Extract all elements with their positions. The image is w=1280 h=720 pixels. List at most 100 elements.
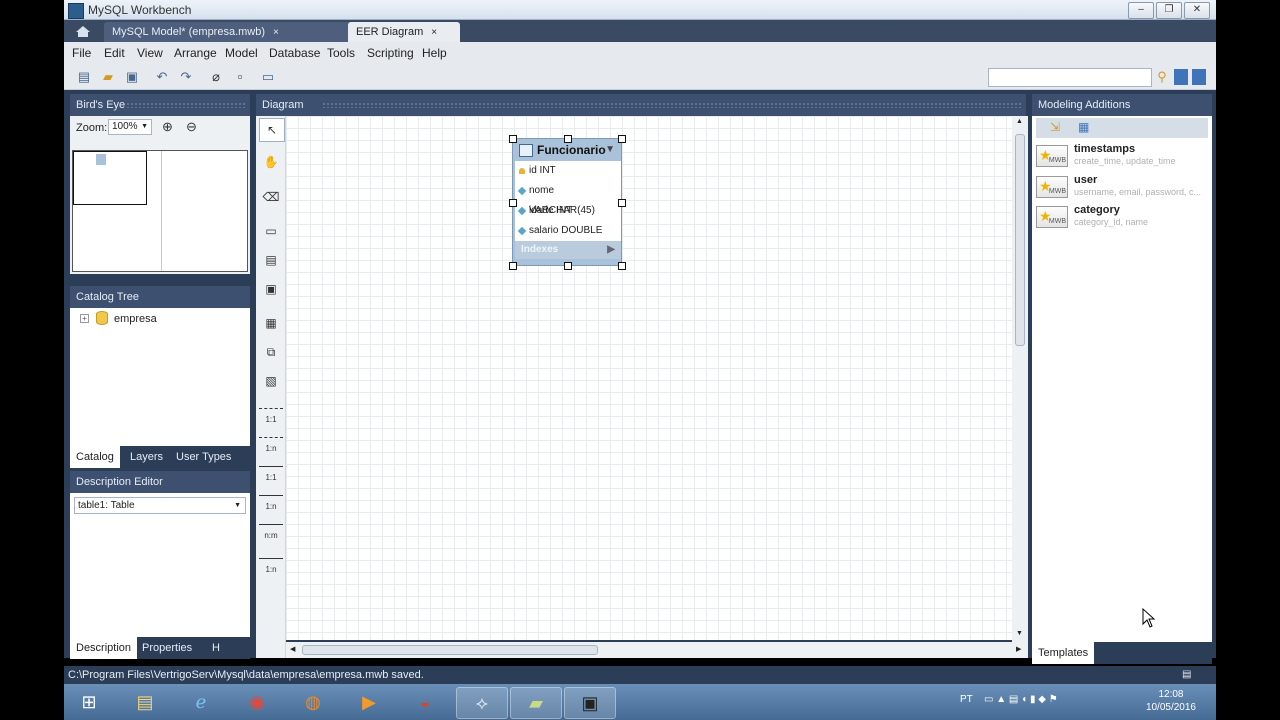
new-template-icon[interactable]: ▦ bbox=[1078, 120, 1089, 134]
output-toggle-icon[interactable]: ▤ bbox=[1182, 666, 1191, 684]
layer-tool-icon[interactable]: ▭ bbox=[259, 220, 283, 242]
image-tool-icon[interactable]: ▣ bbox=[259, 278, 283, 300]
resize-handle[interactable] bbox=[618, 135, 626, 143]
search-icon[interactable]: ⚲ bbox=[1154, 69, 1170, 85]
resize-handle[interactable] bbox=[509, 199, 517, 207]
vertical-scroll-thumb[interactable] bbox=[1015, 134, 1025, 346]
table-tool-icon[interactable]: ▦ bbox=[259, 312, 283, 334]
resize-handle[interactable] bbox=[509, 135, 517, 143]
toggle-page-icon[interactable]: ▫ bbox=[232, 69, 248, 85]
template-timestamps[interactable]: ★ MWB timestamps create_time, update_time bbox=[1036, 143, 1206, 171]
resize-handle[interactable] bbox=[618, 199, 626, 207]
relation-1-1-id-icon[interactable]: 1:1 bbox=[259, 466, 283, 489]
notes-app-icon[interactable]: ▰ bbox=[510, 687, 562, 719]
hand-tool-icon[interactable]: ✋ bbox=[259, 151, 283, 173]
media-player-icon[interactable]: ▶ bbox=[344, 687, 394, 717]
collapse-arrow-icon[interactable]: ▼ bbox=[605, 139, 615, 161]
object-select[interactable]: table1: Table ▼ bbox=[74, 497, 246, 514]
relation-1-1-nonid-icon[interactable]: 1:1 bbox=[259, 408, 283, 431]
select-tool-icon[interactable]: ↖ bbox=[259, 118, 285, 142]
eraser-tool-icon[interactable]: ⌫ bbox=[259, 186, 283, 208]
new-file-icon[interactable]: ▤ bbox=[76, 69, 92, 85]
horizontal-scrollbar[interactable]: ◀ ▶ bbox=[286, 642, 1028, 658]
menu-model[interactable]: Model bbox=[225, 46, 258, 60]
note-tool-icon[interactable]: ▤ bbox=[259, 249, 283, 271]
mysql-workbench-taskbar-icon[interactable]: ⟡ bbox=[456, 687, 508, 719]
open-folder-icon[interactable]: ▰ bbox=[100, 69, 116, 85]
close-tab-icon[interactable]: × bbox=[431, 27, 437, 38]
internet-explorer-icon[interactable]: ℯ bbox=[176, 687, 226, 717]
zoom-out-icon[interactable]: ⊖ bbox=[186, 119, 197, 135]
column-row[interactable]: nome VARCHAR(45) bbox=[515, 181, 621, 216]
close-tab-icon[interactable]: × bbox=[273, 27, 279, 38]
resize-handle[interactable] bbox=[564, 135, 572, 143]
tab-layers[interactable]: Layers bbox=[124, 446, 169, 468]
start-button-icon[interactable]: ⊞ bbox=[68, 687, 110, 717]
tab-templates[interactable]: Templates bbox=[1032, 642, 1095, 664]
relation-existing-columns-icon[interactable]: 1:n bbox=[259, 558, 283, 581]
tab-description[interactable]: Description bbox=[70, 637, 138, 659]
minimap[interactable] bbox=[72, 150, 248, 272]
tab-catalog[interactable]: Catalog bbox=[70, 446, 120, 468]
minimize-button[interactable]: ‒ bbox=[1128, 2, 1154, 19]
zoom-in-icon[interactable]: ⊕ bbox=[162, 119, 173, 135]
minimap-viewport[interactable] bbox=[73, 151, 147, 205]
save-icon[interactable]: ▣ bbox=[124, 69, 140, 85]
chrome-icon[interactable]: ◉ bbox=[232, 687, 282, 717]
menu-help[interactable]: Help bbox=[422, 46, 447, 60]
indexes-section[interactable]: Indexes ▶ bbox=[515, 241, 621, 259]
tab-mysql-model[interactable]: MySQL Model* (empresa.mwb) × bbox=[104, 22, 360, 42]
home-tab[interactable] bbox=[70, 22, 96, 42]
horizontal-scroll-thumb[interactable] bbox=[302, 645, 598, 655]
template-category[interactable]: ★ MWB category category_id, name bbox=[1036, 204, 1206, 232]
tab-properties[interactable]: Properties bbox=[136, 637, 198, 659]
undo-icon[interactable]: ↶ bbox=[154, 69, 170, 85]
search-input[interactable] bbox=[988, 68, 1152, 87]
zoom-select[interactable]: 100% ▼ bbox=[108, 119, 152, 135]
schema-empresa[interactable]: empresa bbox=[114, 313, 157, 325]
firefox-icon[interactable]: ◍ bbox=[288, 687, 338, 717]
menu-edit[interactable]: Edit bbox=[104, 46, 125, 60]
clock[interactable]: 12:08 10/05/2016 bbox=[1146, 688, 1196, 714]
view-tool-icon[interactable]: ⧉ bbox=[259, 341, 283, 363]
app-icon[interactable]: ◒ bbox=[400, 687, 450, 717]
language-indicator[interactable]: PT bbox=[960, 694, 973, 705]
column-row[interactable]: id INT bbox=[515, 161, 621, 181]
tray-icons[interactable]: ▭ ▲ ▤ ◖ ▮ ◆ ⚑ bbox=[984, 694, 1058, 705]
column-row[interactable]: idade INT bbox=[515, 201, 621, 221]
resize-handle[interactable] bbox=[564, 262, 572, 270]
file-explorer-icon[interactable]: ▤ bbox=[120, 687, 170, 717]
toggle-left-panel-icon[interactable] bbox=[1174, 69, 1188, 85]
scroll-up-icon[interactable]: ▲ bbox=[1016, 118, 1023, 125]
menu-database[interactable]: Database bbox=[269, 46, 320, 60]
new-diagram-icon[interactable]: ▭ bbox=[260, 69, 276, 85]
menu-arrange[interactable]: Arrange bbox=[174, 46, 217, 60]
relation-n-m-icon[interactable]: n:m bbox=[259, 524, 283, 547]
toggle-right-panel-icon[interactable] bbox=[1192, 69, 1206, 85]
tab-eer-diagram[interactable]: EER Diagram × bbox=[348, 22, 460, 42]
routine-group-tool-icon[interactable]: ▧ bbox=[259, 370, 283, 392]
scroll-left-icon[interactable]: ◀ bbox=[290, 645, 295, 653]
template-user[interactable]: ★ MWB user username, email, password, c..… bbox=[1036, 174, 1206, 202]
menu-tools[interactable]: Tools bbox=[327, 46, 355, 60]
scroll-right-icon[interactable]: ▶ bbox=[1016, 645, 1021, 653]
relation-1-n-id-icon[interactable]: 1:n bbox=[259, 495, 283, 518]
resize-handle[interactable] bbox=[509, 262, 517, 270]
resize-handle[interactable] bbox=[618, 262, 626, 270]
tab-history[interactable]: H bbox=[206, 637, 226, 659]
vertical-scrollbar[interactable]: ▲ ▼ bbox=[1012, 116, 1028, 642]
expand-icon[interactable]: + bbox=[80, 314, 89, 323]
menu-file[interactable]: File bbox=[72, 46, 91, 60]
menu-scripting[interactable]: Scripting bbox=[367, 46, 414, 60]
column-row[interactable]: salario DOUBLE bbox=[515, 221, 621, 241]
scroll-down-icon[interactable]: ▼ bbox=[1016, 630, 1023, 637]
maximize-button[interactable]: ❐ bbox=[1156, 2, 1182, 19]
menu-view[interactable]: View bbox=[137, 46, 163, 60]
add-template-icon[interactable]: ⇲ bbox=[1050, 120, 1060, 134]
diagram-canvas[interactable]: Funcionario ▼ id INT nome VARCHAR(45) id… bbox=[286, 116, 1012, 640]
toggle-grid-icon[interactable]: ⌀ bbox=[208, 69, 224, 85]
redo-icon[interactable]: ↷ bbox=[178, 69, 194, 85]
relation-1-n-nonid-icon[interactable]: 1:n bbox=[259, 437, 283, 460]
entity-funcionario[interactable]: Funcionario ▼ id INT nome VARCHAR(45) id… bbox=[512, 138, 622, 266]
recorder-app-icon[interactable]: ▣ bbox=[564, 687, 616, 719]
